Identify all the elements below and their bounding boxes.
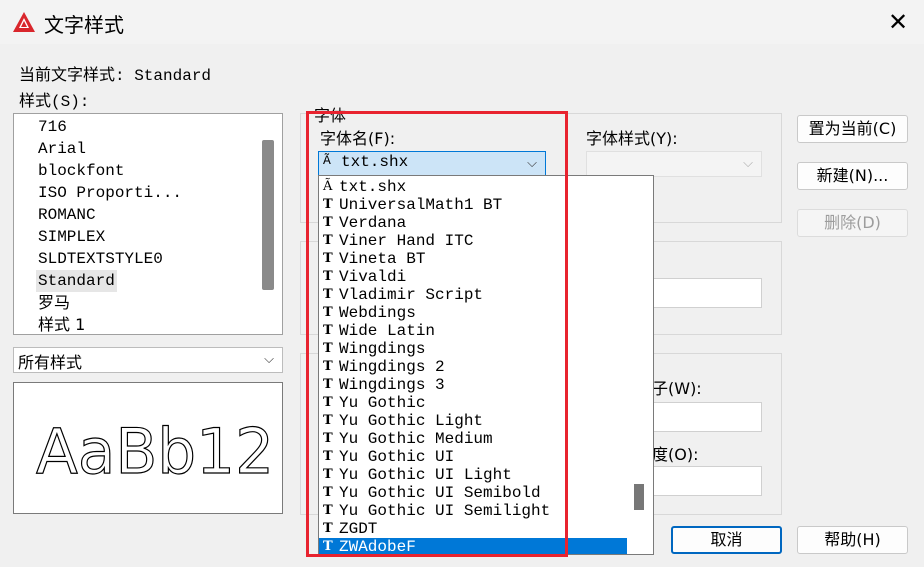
list-item[interactable]: ROMANC bbox=[36, 204, 98, 226]
list-item[interactable]: ISO Proporti... bbox=[36, 182, 184, 204]
delete-button[interactable]: 删除(D) bbox=[797, 209, 908, 237]
close-icon[interactable]: ✕ bbox=[884, 8, 912, 36]
list-item[interactable]: 罗马 bbox=[36, 292, 72, 314]
chevron-down-icon: ⌵ bbox=[743, 156, 753, 171]
autocad-logo-icon bbox=[13, 12, 35, 32]
style-filter-value: 所有样式 bbox=[18, 353, 83, 372]
window-title: 文字样式 bbox=[44, 13, 124, 37]
preview-sample: AaBb12 bbox=[35, 414, 274, 488]
width-factor-label: 子(W): bbox=[652, 379, 702, 398]
set-current-button[interactable]: 置为当前(C) bbox=[797, 115, 908, 143]
list-item[interactable]: Arial bbox=[36, 138, 88, 160]
styles-scrollbar-thumb[interactable] bbox=[262, 140, 274, 290]
list-item-selected[interactable]: Standard bbox=[36, 270, 117, 292]
new-button[interactable]: 新建(N)... bbox=[797, 162, 908, 190]
font-style-combo[interactable]: ⌵ bbox=[586, 151, 762, 177]
list-item[interactable]: SIMPLEX bbox=[36, 226, 107, 248]
chevron-down-icon: ⌵ bbox=[264, 352, 274, 367]
list-item[interactable]: 样式 1 bbox=[36, 314, 87, 336]
styles-list[interactable]: 716 Arial blockfont ISO Proporti... ROMA… bbox=[13, 113, 283, 335]
list-item[interactable]: blockfont bbox=[36, 160, 126, 182]
preview-text: AaBb12 bbox=[36, 415, 274, 488]
cancel-button[interactable]: 取消 bbox=[671, 526, 782, 554]
list-item[interactable]: SLDTEXTSTYLE0 bbox=[36, 248, 165, 270]
list-item[interactable]: 716 bbox=[36, 116, 69, 138]
current-style-label: 当前文字样式: Standard bbox=[19, 67, 212, 85]
font-style-label: 字体样式(Y): bbox=[586, 129, 678, 148]
styles-label: 样式(S): bbox=[19, 93, 90, 111]
oblique-angle-label: 度(O): bbox=[652, 445, 699, 464]
highlight-annotation-box bbox=[306, 111, 568, 557]
font-list-scrollbar-thumb[interactable] bbox=[634, 484, 644, 510]
preview-box: AaBb12 bbox=[13, 382, 283, 514]
width-factor-field[interactable] bbox=[652, 402, 762, 432]
oblique-angle-field[interactable] bbox=[652, 466, 762, 496]
title-bar bbox=[0, 0, 924, 44]
style-filter-combo[interactable]: 所有样式 ⌵ bbox=[13, 347, 283, 373]
help-button[interactable]: 帮助(H) bbox=[797, 526, 908, 554]
height-field[interactable] bbox=[652, 278, 762, 308]
